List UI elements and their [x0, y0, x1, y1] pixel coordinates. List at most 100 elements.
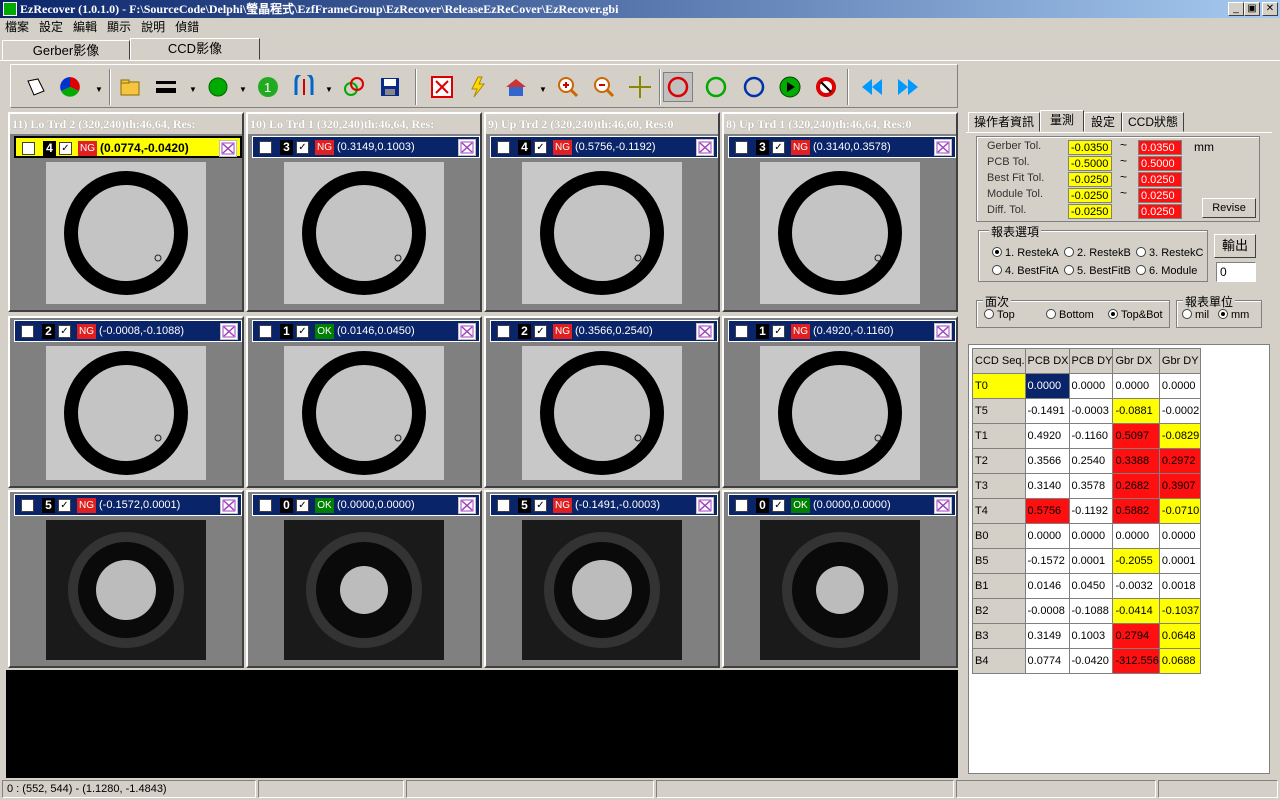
- table-cell[interactable]: 0.3140: [1024, 473, 1070, 499]
- table-cell[interactable]: 0.0774: [1024, 648, 1070, 674]
- output-count-input[interactable]: 0: [1216, 262, 1256, 282]
- table-cell[interactable]: -0.1160: [1068, 423, 1114, 449]
- color-dropdown-icon[interactable]: ▼: [95, 85, 103, 94]
- panel-enable-checkbox[interactable]: ✓: [534, 325, 547, 338]
- expand-icon[interactable]: [458, 323, 476, 340]
- report-option-6[interactable]: 6. Module: [1136, 265, 1197, 277]
- ccd-seq-cell[interactable]: T4: [972, 498, 1026, 524]
- expand-icon[interactable]: [220, 497, 238, 514]
- panel-enable-checkbox[interactable]: ✓: [772, 499, 785, 512]
- table-cell[interactable]: 0.0000: [1112, 373, 1160, 399]
- unit-mm-radio[interactable]: mm: [1218, 309, 1249, 321]
- open-folder-icon[interactable]: [115, 72, 145, 102]
- ccd-seq-cell[interactable]: T2: [972, 448, 1026, 474]
- table-cell[interactable]: 0.0648: [1158, 623, 1201, 649]
- table-cell[interactable]: -0.0420: [1068, 648, 1114, 674]
- menu-help[interactable]: 說明: [136, 18, 170, 36]
- ccd-seq-cell[interactable]: B5: [972, 548, 1026, 574]
- output-button[interactable]: 輸出: [1214, 234, 1256, 258]
- stop-icon[interactable]: [811, 72, 841, 102]
- table-row[interactable]: T1 0.4920 -0.1160 0.5097 -0.0829: [972, 423, 1201, 449]
- panel-select-checkbox[interactable]: [259, 499, 272, 512]
- expand-icon[interactable]: [220, 323, 238, 340]
- table-row[interactable]: B2 -0.0008 -0.1088 -0.0414 -0.1037: [972, 598, 1201, 624]
- ccd-seq-cell[interactable]: T3: [972, 473, 1026, 499]
- line-width-icon[interactable]: [151, 72, 181, 102]
- tab-ccd-status[interactable]: CCD狀態: [1122, 112, 1184, 132]
- table-cell[interactable]: -312.556: [1112, 648, 1160, 674]
- table-cell[interactable]: -0.0881: [1112, 398, 1160, 424]
- table-cell[interactable]: -0.0008: [1024, 598, 1070, 624]
- table-cell[interactable]: -0.1572: [1024, 548, 1070, 574]
- table-row[interactable]: B0 0.0000 0.0000 0.0000 0.0000: [972, 523, 1201, 549]
- color-wheel-icon[interactable]: [55, 72, 85, 102]
- table-cell[interactable]: -0.0003: [1068, 398, 1114, 424]
- side-bottom-radio[interactable]: Bottom: [1046, 309, 1094, 321]
- panel-select-checkbox[interactable]: [21, 499, 34, 512]
- ccd-seq-cell[interactable]: B0: [972, 523, 1026, 549]
- tab-gerber[interactable]: Gerber影像: [2, 40, 130, 60]
- unit-mil-radio[interactable]: mil: [1182, 309, 1209, 321]
- panel-enable-checkbox[interactable]: ✓: [772, 141, 785, 154]
- close-button[interactable]: ✕: [1262, 2, 1278, 16]
- table-row[interactable]: T2 0.3566 0.2540 0.3388 0.2972: [972, 448, 1201, 474]
- report-option-2[interactable]: 2. RestekB: [1064, 247, 1131, 259]
- table-cell[interactable]: -0.1491: [1024, 398, 1070, 424]
- panel-select-checkbox[interactable]: [735, 325, 748, 338]
- menu-edit[interactable]: 編輯: [68, 18, 102, 36]
- table-cell[interactable]: 0.4920: [1024, 423, 1070, 449]
- tolerance-max-input[interactable]: 0.0250: [1138, 188, 1182, 203]
- table-cell[interactable]: 0.3566: [1024, 448, 1070, 474]
- menu-file[interactable]: 檔案: [0, 18, 34, 36]
- link-icon[interactable]: [339, 72, 369, 102]
- compass-dropdown-icon[interactable]: ▼: [325, 85, 333, 94]
- panel-select-checkbox[interactable]: [497, 141, 510, 154]
- side-top-radio[interactable]: Top: [984, 309, 1015, 321]
- minimize-button[interactable]: _: [1228, 2, 1244, 16]
- tolerance-min-input[interactable]: -0.0250: [1068, 172, 1112, 187]
- zoom-in-icon[interactable]: [553, 72, 583, 102]
- expand-icon[interactable]: [934, 497, 952, 514]
- table-cell[interactable]: 0.0000: [1158, 373, 1201, 399]
- table-cell[interactable]: -0.0829: [1158, 423, 1201, 449]
- maximize-button[interactable]: ▣: [1244, 2, 1260, 16]
- expand-icon[interactable]: [934, 323, 952, 340]
- rewind-icon[interactable]: [857, 72, 887, 102]
- report-option-5[interactable]: 5. BestFitB: [1064, 265, 1131, 277]
- panel-enable-checkbox[interactable]: ✓: [58, 325, 71, 338]
- tab-measure[interactable]: 量測: [1040, 110, 1084, 132]
- ccd-seq-cell[interactable]: T5: [972, 398, 1026, 424]
- table-cell[interactable]: -0.0002: [1158, 398, 1201, 424]
- table-cell[interactable]: 0.0018: [1158, 573, 1201, 599]
- table-cell[interactable]: 0.0146: [1024, 573, 1070, 599]
- table-row[interactable]: B4 0.0774 -0.0420 -312.556 0.0688: [972, 648, 1201, 674]
- panel-select-checkbox[interactable]: [497, 499, 510, 512]
- menu-debug[interactable]: 偵錯: [170, 18, 204, 36]
- crosshair-icon[interactable]: [625, 72, 655, 102]
- table-cell[interactable]: 0.2540: [1068, 448, 1114, 474]
- table-row[interactable]: T4 0.5756 -0.1192 0.5882 -0.0710: [972, 498, 1201, 524]
- table-row[interactable]: B5 -0.1572 0.0001 -0.2055 0.0001: [972, 548, 1201, 574]
- ccd-seq-cell[interactable]: B1: [972, 573, 1026, 599]
- table-cell[interactable]: 0.0450: [1068, 573, 1114, 599]
- menu-view[interactable]: 顯示: [102, 18, 136, 36]
- compass-icon[interactable]: [289, 72, 319, 102]
- table-cell[interactable]: 0.3149: [1024, 623, 1070, 649]
- table-cell[interactable]: -0.1192: [1068, 498, 1114, 524]
- table-cell[interactable]: 0.0000: [1068, 373, 1114, 399]
- table-cell[interactable]: 0.3907: [1158, 473, 1201, 499]
- tolerance-min-input[interactable]: -0.0250: [1068, 188, 1112, 203]
- panel-enable-checkbox[interactable]: ✓: [296, 141, 309, 154]
- table-cell[interactable]: -0.0414: [1112, 598, 1160, 624]
- panel-enable-checkbox[interactable]: ✓: [59, 142, 72, 155]
- table-cell[interactable]: 0.0000: [1024, 373, 1070, 399]
- table-header[interactable]: Gbr DX: [1112, 348, 1160, 374]
- house-dropdown-icon[interactable]: ▼: [539, 85, 547, 94]
- ccd-seq-cell[interactable]: B3: [972, 623, 1026, 649]
- table-cell[interactable]: 0.0000: [1024, 523, 1070, 549]
- tolerance-max-input[interactable]: 0.0250: [1138, 172, 1182, 187]
- play-icon[interactable]: [775, 72, 805, 102]
- tolerance-min-input[interactable]: -0.5000: [1068, 156, 1112, 171]
- expand-icon[interactable]: [934, 139, 952, 156]
- tolerance-max-input[interactable]: 0.0250: [1138, 204, 1182, 219]
